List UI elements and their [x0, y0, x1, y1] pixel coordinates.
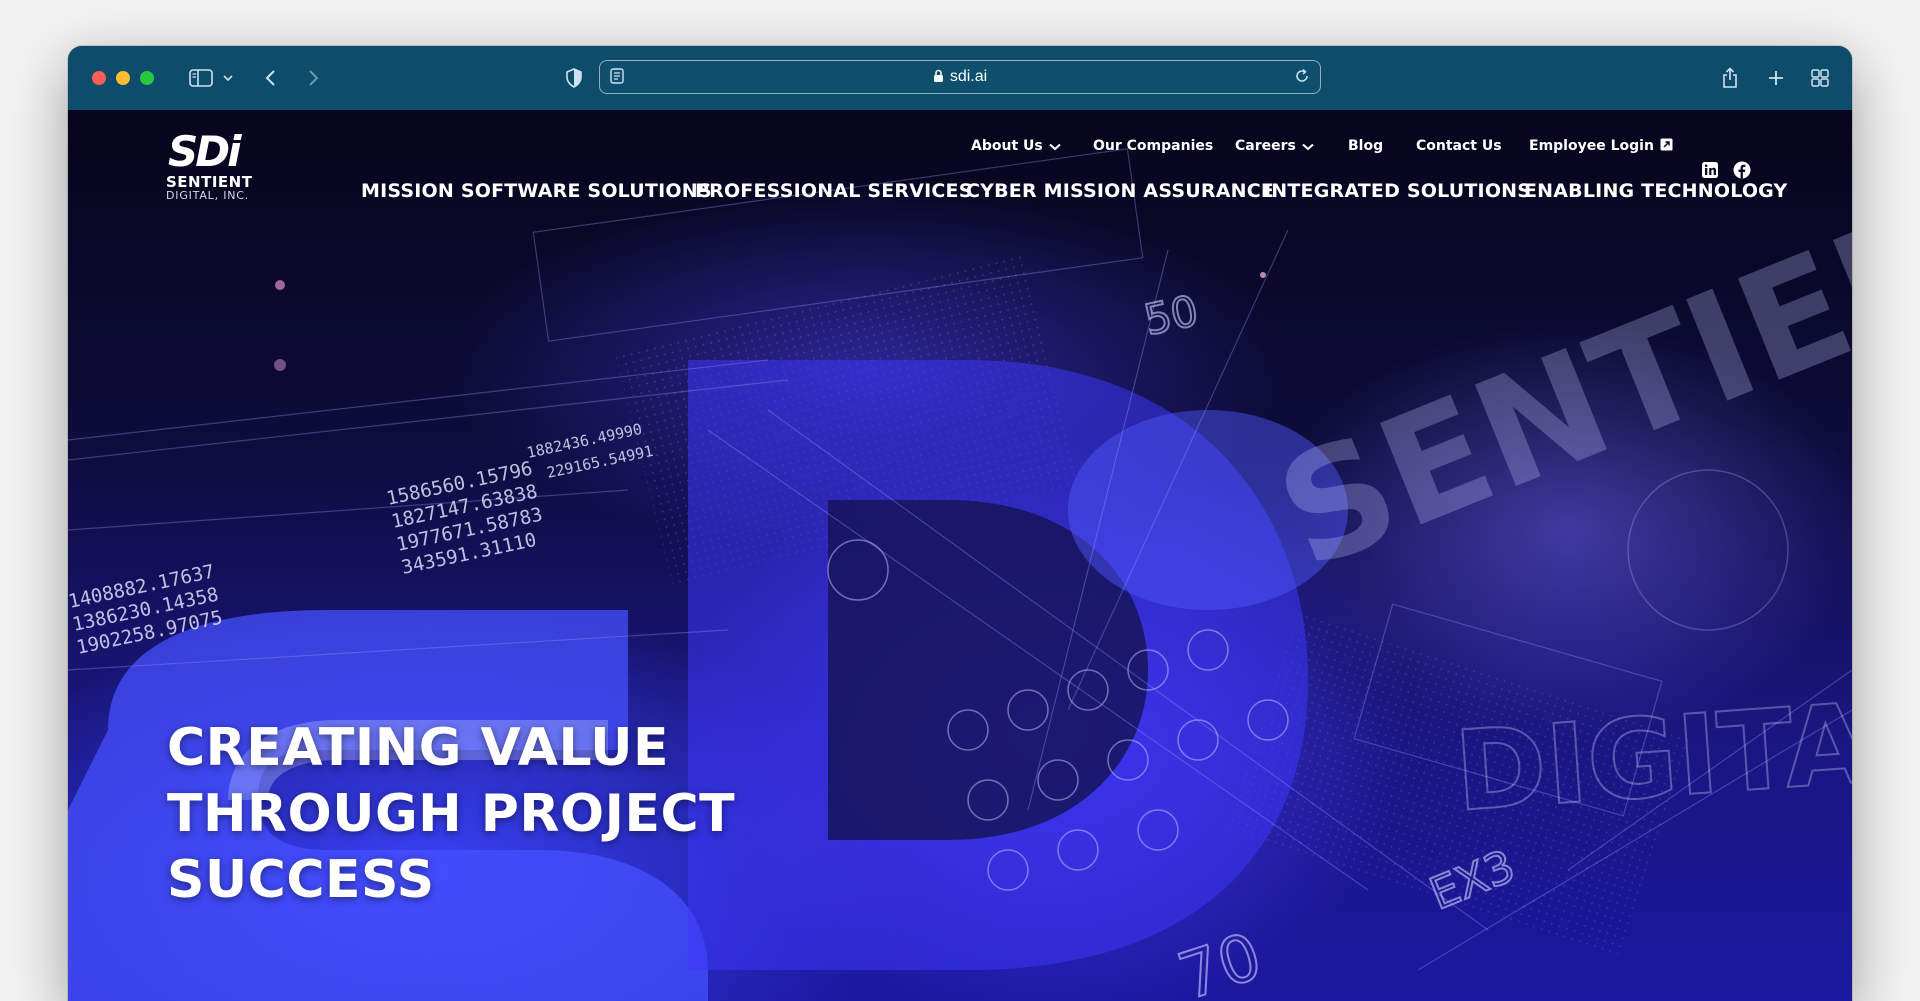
- hero-heading-line3: SUCCESS: [167, 850, 435, 910]
- hero-heading-line2: THROUGH PROJECT: [167, 784, 736, 844]
- sidebar-toggle-icon[interactable]: [186, 62, 216, 94]
- url-display[interactable]: sdi.ai: [600, 61, 1320, 92]
- external-link-icon: [1660, 138, 1673, 151]
- main-nav: MISSION SOFTWARE SOLUTIONS PROFESSIONAL …: [68, 176, 1852, 206]
- back-arrow-icon[interactable]: [260, 62, 280, 94]
- bg-text-70: 70: [1170, 920, 1270, 1001]
- nav-enabling-technology[interactable]: ENABLING TECHNOLOGY: [1524, 176, 1788, 206]
- chevron-down-icon[interactable]: [221, 62, 235, 94]
- browser-toolbar: sdi.ai: [68, 46, 1852, 111]
- nav-blog[interactable]: Blog: [1348, 134, 1383, 158]
- browser-window: sdi.ai 1586560.15796 1827147.63838 19776…: [68, 46, 1852, 1001]
- chevron-down-icon: [1302, 143, 1314, 151]
- tab-overview-icon[interactable]: [1808, 62, 1832, 94]
- close-window-button[interactable]: [92, 71, 106, 85]
- nav-our-companies[interactable]: Our Companies: [1093, 134, 1213, 158]
- nav-about-us[interactable]: About Us: [971, 134, 1061, 158]
- nav-employee-login-label: Employee Login: [1529, 138, 1654, 154]
- shield-icon[interactable]: [562, 62, 586, 94]
- hero-heading-line1: CREATING VALUE: [167, 718, 670, 778]
- nav-professional-services[interactable]: PROFESSIONAL SERVICES: [695, 176, 973, 206]
- nav-cyber-mission-assurance[interactable]: CYBER MISSION ASSURANCE: [966, 176, 1274, 206]
- minimize-window-button[interactable]: [116, 71, 130, 85]
- forward-arrow-icon[interactable]: [304, 62, 324, 94]
- lock-icon: [933, 63, 944, 94]
- chevron-down-icon: [1049, 143, 1061, 151]
- nav-about-us-label: About Us: [971, 138, 1043, 154]
- nav-integrated-solutions[interactable]: INTEGRATED SOLUTIONS: [1264, 176, 1531, 206]
- address-bar[interactable]: sdi.ai: [599, 60, 1321, 94]
- reload-icon[interactable]: [1294, 68, 1310, 88]
- url-text: sdi.ai: [949, 68, 988, 85]
- new-tab-plus-icon[interactable]: [1764, 62, 1788, 94]
- hero-heading: CREATING VALUE THROUGH PROJECT SUCCESS: [167, 715, 735, 913]
- share-icon[interactable]: [1718, 62, 1742, 94]
- nav-careers[interactable]: Careers: [1235, 134, 1314, 158]
- bg-text-50: 50: [1140, 286, 1202, 345]
- nav-employee-login[interactable]: Employee Login: [1529, 134, 1673, 158]
- nav-careers-label: Careers: [1235, 138, 1296, 154]
- nav-contact-us[interactable]: Contact Us: [1416, 134, 1502, 158]
- zoom-window-button[interactable]: [140, 71, 154, 85]
- nav-mission-software-solutions[interactable]: MISSION SOFTWARE SOLUTIONS: [361, 176, 712, 206]
- hero-section: 1586560.15796 1827147.63838 1977671.5878…: [68, 110, 1852, 1001]
- utility-nav: About Us Our Companies Careers Blog Cont…: [68, 134, 1852, 179]
